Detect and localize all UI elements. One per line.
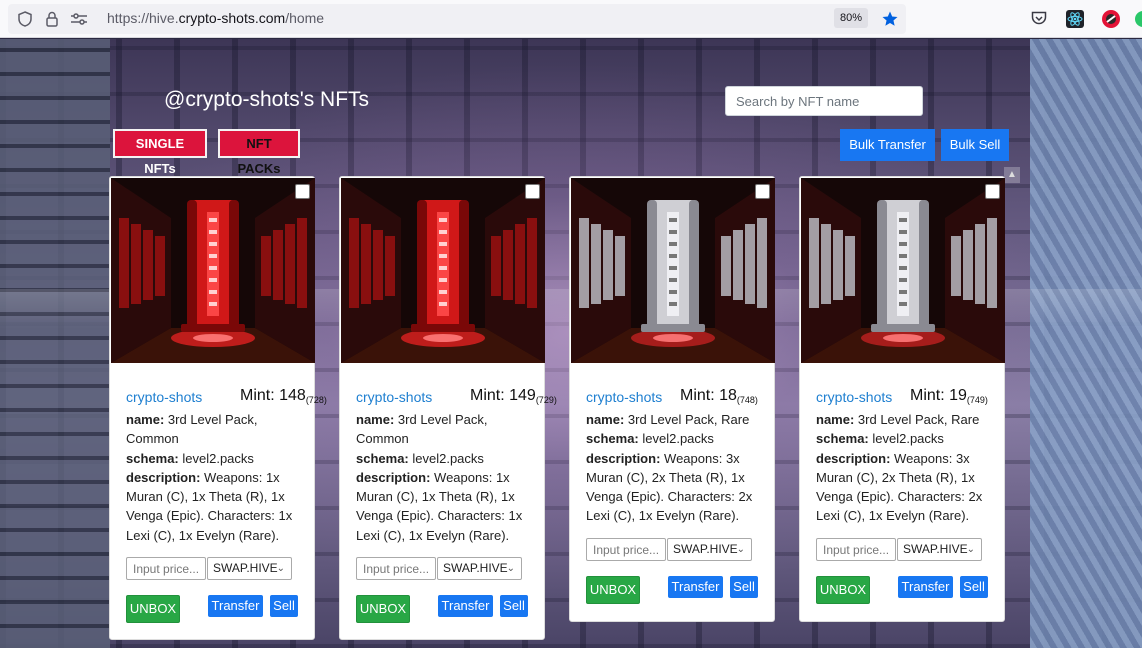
mint-number: Mint: 149(729) [470, 387, 557, 405]
page-title: @crypto-shots's NFTs [164, 88, 370, 111]
price-input[interactable] [816, 538, 896, 561]
transfer-button[interactable]: Transfer [898, 576, 953, 598]
transfer-button[interactable]: Transfer [208, 595, 263, 617]
card-details: crypto-shots Mint: 19(749) name: 3rd Lev… [816, 387, 996, 526]
shield-icon[interactable] [18, 11, 32, 27]
zoom-level[interactable]: 80% [834, 8, 869, 28]
address-bar[interactable]: https://hive.crypto-shots.com/home [8, 4, 906, 34]
chevron-down-icon: ⌄ [506, 563, 515, 574]
creator-link[interactable]: crypto-shots [356, 389, 432, 405]
card-details: crypto-shots Mint: 18(748) name: 3rd Lev… [586, 387, 766, 526]
nft-name: 3rd Level Pack, Rare [857, 412, 980, 427]
tab-single-nfts[interactable]: SINGLE NFTs [113, 129, 207, 176]
nft-card: crypto-shots Mint: 18(748) name: 3rd Lev… [569, 176, 775, 622]
nft-pack-image[interactable] [111, 178, 315, 363]
url-text[interactable]: https://hive.crypto-shots.com/home [107, 10, 324, 26]
nft-info: name: 3rd Level Pack, Common schema: lev… [356, 412, 523, 543]
nft-info: name: 3rd Level Pack, Rare schema: level… [816, 412, 983, 524]
mint-number: Mint: 18(748) [680, 387, 758, 405]
mint-number: Mint: 148(728) [240, 387, 327, 405]
creator-link[interactable]: crypto-shots [586, 389, 662, 405]
nft-schema: level2.packs [642, 431, 714, 447]
url-path: /home [285, 10, 325, 26]
nft-search-input[interactable] [725, 86, 923, 116]
token-select[interactable]: SWAP.HIVE ⌄ [207, 557, 292, 580]
token-select[interactable]: SWAP.HIVE ⌄ [437, 557, 522, 580]
scroll-up-arrow-icon[interactable]: ▲ [1004, 167, 1020, 183]
chevron-down-icon: ⌄ [736, 544, 745, 555]
nft-pack-image[interactable] [801, 178, 1005, 363]
nft-info: name: 3rd Level Pack, Rare schema: level… [586, 412, 753, 524]
bulk-transfer-button[interactable]: Bulk Transfer [840, 129, 935, 161]
nft-info: name: 3rd Level Pack, Common schema: lev… [126, 412, 293, 543]
sell-button[interactable]: Sell [270, 595, 298, 617]
background-wall-right [1030, 39, 1142, 648]
creator-link[interactable]: crypto-shots [126, 389, 202, 405]
card-details: crypto-shots Mint: 149(729) name: 3rd Le… [356, 387, 557, 545]
extension-status-icon[interactable] [1134, 10, 1142, 28]
nft-schema: level2.packs [872, 431, 944, 447]
nft-card: crypto-shots Mint: 149(729) name: 3rd Le… [339, 176, 557, 640]
mint-total: (748) [736, 395, 758, 405]
price-input[interactable] [126, 557, 206, 580]
browser-toolbar: https://hive.crypto-shots.com/home 80% [0, 0, 1142, 38]
mint-total: (728) [305, 395, 327, 405]
tab-nft-packs[interactable]: NFT PACKs [218, 129, 300, 176]
card-select-checkbox[interactable] [755, 184, 770, 199]
nft-pack-image[interactable] [571, 178, 775, 363]
mint-total: (729) [535, 395, 557, 405]
background-wall-left [0, 39, 110, 648]
react-devtools-icon[interactable] [1066, 10, 1084, 28]
nft-pack-image[interactable] [341, 178, 545, 363]
card-details: crypto-shots Mint: 148(728) name: 3rd Le… [126, 387, 327, 545]
chevron-down-icon: ⌄ [276, 563, 285, 574]
hive-keychain-icon[interactable] [1101, 9, 1121, 29]
sell-button[interactable]: Sell [960, 576, 988, 598]
nft-schema: level2.packs [412, 450, 484, 466]
creator-link[interactable]: crypto-shots [816, 389, 892, 405]
nft-card: crypto-shots Mint: 19(749) name: 3rd Lev… [799, 176, 1005, 622]
nft-card: crypto-shots Mint: 148(728) name: 3rd Le… [109, 176, 327, 640]
nft-schema: level2.packs [182, 450, 254, 466]
card-select-checkbox[interactable] [295, 184, 310, 199]
page-content: @crypto-shots's NFTs SINGLE NFTs NFT PAC… [0, 39, 1142, 648]
permissions-icon[interactable] [70, 12, 88, 26]
sell-button[interactable]: Sell [500, 595, 528, 617]
unbox-button[interactable]: UNBOX [586, 576, 640, 604]
url-host: crypto-shots.com [178, 10, 286, 26]
unbox-button[interactable]: UNBOX [356, 595, 410, 623]
price-input[interactable] [356, 557, 436, 580]
card-select-checkbox[interactable] [525, 184, 540, 199]
token-select[interactable]: SWAP.HIVE ⌄ [667, 538, 752, 561]
lock-icon[interactable] [46, 11, 58, 27]
pocket-icon[interactable] [1031, 11, 1047, 26]
bookmark-star-icon[interactable] [881, 10, 899, 28]
chevron-down-icon: ⌄ [966, 544, 975, 555]
token-select[interactable]: SWAP.HIVE ⌄ [897, 538, 982, 561]
mint-total: (749) [966, 395, 988, 405]
nft-name: 3rd Level Pack, Rare [627, 412, 750, 427]
url-scheme: https://hive. [107, 10, 179, 26]
sell-button[interactable]: Sell [730, 576, 758, 598]
mint-number: Mint: 19(749) [910, 387, 988, 405]
transfer-button[interactable]: Transfer [668, 576, 723, 598]
unbox-button[interactable]: UNBOX [816, 576, 870, 604]
bulk-sell-button[interactable]: Bulk Sell [941, 129, 1009, 161]
unbox-button[interactable]: UNBOX [126, 595, 180, 623]
price-input[interactable] [586, 538, 666, 561]
card-select-checkbox[interactable] [985, 184, 1000, 199]
transfer-button[interactable]: Transfer [438, 595, 493, 617]
